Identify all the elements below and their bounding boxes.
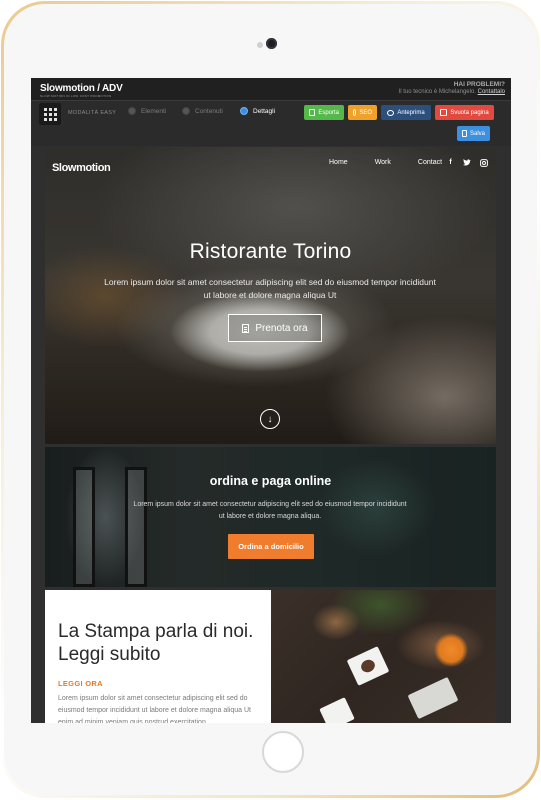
order-text: Lorem ipsum dolor sit amet consectetur a…: [133, 501, 407, 520]
screen: Slowmotion / ADV SLOW MOTION IN LOW COST…: [31, 78, 511, 723]
export-button[interactable]: Esporta: [304, 105, 344, 120]
clear-page-button[interactable]: Svuota pagina: [435, 105, 494, 120]
site-logo[interactable]: Slowmotion: [52, 162, 111, 174]
app-header: Slowmotion / ADV SLOW MOTION IN LOW COST…: [31, 78, 511, 101]
save-icon: [462, 130, 467, 137]
hero-title: Ristorante Torino: [189, 240, 352, 263]
press-text: Lorem ipsum dolor sit amet consectetur a…: [58, 695, 252, 723]
instagram-icon[interactable]: [479, 158, 488, 167]
food-image-plate: [346, 646, 390, 686]
camera-icon: [266, 38, 277, 49]
mode-contenuti[interactable]: Contenuti: [182, 107, 223, 115]
mode-elementi[interactable]: Elementi: [128, 107, 166, 115]
hero-text: Lorem ipsum dolor sit amet consectetur a…: [104, 277, 436, 300]
book-now-button[interactable]: Prenota ora: [228, 314, 322, 342]
preview-label: Anteprima: [397, 109, 425, 116]
help-title: HAI PROBLEMI?: [453, 81, 505, 88]
read-now-link[interactable]: LEGGI ORA: [58, 679, 103, 688]
food-image-plate: [407, 676, 459, 720]
contact-link[interactable]: Contattalo: [478, 89, 505, 95]
trash-icon: [440, 109, 448, 116]
seo-label: SEO: [359, 109, 372, 116]
hero-section: Slowmotion Home Work Contact f Ristorant…: [45, 147, 496, 444]
save-button[interactable]: Salva: [457, 126, 490, 141]
mode-option-label: Elementi: [141, 107, 167, 115]
radio-icon: [182, 107, 190, 115]
nav-contact[interactable]: Contact: [418, 159, 442, 166]
sensor-icon: [257, 42, 263, 48]
clear-page-label: Svuota pagina: [450, 109, 489, 116]
app-tagline: SLOW MOTION IN LOW COST PROMOTION: [40, 94, 112, 98]
eye-icon: [387, 109, 395, 116]
food-image-plate: [319, 697, 355, 723]
order-title: ordina e paga online: [209, 474, 332, 488]
help-text: Il tuo tecnico è Michelangelo.: [398, 89, 476, 95]
home-delivery-button[interactable]: Ordina a domicilio: [228, 534, 314, 559]
mode-option-label: Contenuti: [195, 107, 223, 115]
radio-icon: [128, 107, 136, 115]
food-image: [271, 590, 496, 723]
book-now-label: Prenota ora: [255, 322, 308, 334]
preview-button[interactable]: Anteprima: [381, 105, 431, 120]
save-label: Salva: [469, 130, 485, 137]
mode-dettagli[interactable]: Dettagli: [240, 107, 275, 115]
mode-label: MODALITÀ EASY: [68, 110, 117, 116]
site-preview: Slowmotion Home Work Contact f Ristorant…: [45, 147, 496, 723]
nav-work[interactable]: Work: [375, 159, 391, 166]
mode-option-label: Dettagli: [253, 107, 276, 115]
app-logo: Slowmotion / ADV: [40, 83, 123, 94]
help-line: Il tuo tecnico è Michelangelo. Contattal…: [399, 89, 505, 95]
export-icon: [309, 109, 316, 116]
twitter-icon[interactable]: [462, 158, 471, 167]
editor-toolbar: MODALITÀ EASY Elementi Contenuti Dettagl…: [31, 101, 511, 146]
press-title: La Stampa parla di noi. Leggi subito: [58, 621, 254, 665]
help-box: HAI PROBLEMI? Il tuo tecnico è Michelang…: [399, 81, 505, 95]
document-icon: [242, 323, 250, 333]
press-section: La Stampa parla di noi. Leggi subito LEG…: [45, 590, 271, 723]
gear-icon: [353, 109, 357, 116]
order-section: ordina e paga online Lorem ipsum dolor s…: [45, 447, 496, 587]
home-button[interactable]: [262, 731, 304, 773]
seo-button[interactable]: SEO: [348, 105, 377, 120]
facebook-icon[interactable]: f: [446, 158, 455, 167]
nav-home[interactable]: Home: [329, 159, 348, 166]
arrow-down-icon[interactable]: ↓: [260, 409, 280, 429]
radio-icon: [240, 107, 248, 115]
export-label: Esporta: [318, 109, 339, 116]
apps-grid-button[interactable]: [39, 103, 61, 125]
